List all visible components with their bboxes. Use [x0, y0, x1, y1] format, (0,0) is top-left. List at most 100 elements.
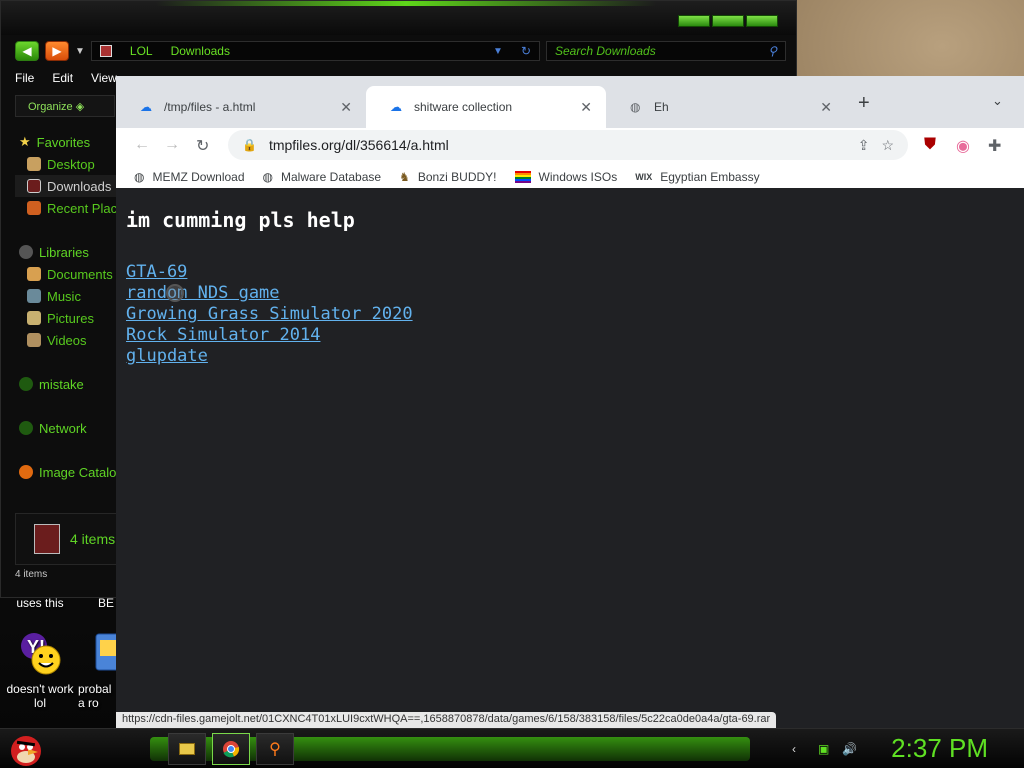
explorer-menubar: File Edit View — [15, 71, 117, 85]
downloads-large-icon — [34, 524, 60, 554]
taskbar-clock[interactable]: 2:37 PM — [891, 733, 988, 764]
nav-music[interactable]: Music — [15, 285, 120, 307]
reload-icon[interactable]: ↻ — [196, 136, 209, 156]
link-gta-69[interactable]: GTA-69 — [126, 262, 187, 282]
link-growing-grass-simulator[interactable]: Growing Grass Simulator 2020 — [126, 304, 413, 324]
green-orb-icon — [19, 377, 33, 391]
nav-image-catalog[interactable]: Image Catalog — [15, 461, 120, 483]
refresh-icon[interactable]: ↻ — [521, 44, 539, 58]
pictures-icon — [27, 311, 41, 325]
nav-label: Libraries — [39, 244, 89, 260]
desktop-icon-probably[interactable]: probal a ro — [78, 630, 123, 710]
nav-label: Recent Places — [47, 200, 120, 216]
tab-search-chevron-icon[interactable]: ⌄ — [992, 93, 1003, 109]
nav-downloads[interactable]: Downloads — [15, 175, 120, 197]
nav-documents[interactable]: Documents — [15, 263, 120, 285]
back-arrow-icon[interactable]: ← — [134, 136, 150, 154]
forward-button[interactable]: ▶ — [45, 41, 69, 61]
tab-title: /tmp/files - a.html — [164, 100, 256, 114]
downloads-folder-icon — [27, 179, 41, 193]
bookmark-egyptian-embassy[interactable]: WIX Egyptian Embassy — [635, 170, 759, 184]
close-tab-icon[interactable]: ✕ — [820, 99, 832, 116]
nav-label: mistake — [39, 376, 84, 392]
nav-recent-places[interactable]: Recent Places — [15, 197, 120, 219]
menu-view[interactable]: View — [91, 71, 117, 85]
organize-button[interactable]: Organize ◈ — [15, 95, 115, 117]
explorer-titlebar[interactable] — [1, 1, 796, 35]
link-status-bubble: https://cdn-files.gamejolt.net/01CXNC4T0… — [116, 712, 777, 728]
nav-label: Documents — [47, 266, 113, 282]
taskbar-chrome-button[interactable] — [212, 733, 250, 765]
chrome-icon — [223, 741, 240, 758]
volume-icon[interactable]: 🔊 — [842, 742, 857, 756]
desktop-icon-yahoo-messenger[interactable]: Y! doesn't work lol — [0, 630, 80, 710]
desktop-icon-be[interactable]: BE — [80, 596, 120, 610]
network-tray-icon[interactable]: ▣ — [818, 742, 829, 756]
link-glupdate[interactable]: glupdate — [126, 346, 208, 366]
globe-icon: ◍ — [630, 100, 641, 114]
share-icon[interactable]: ⇪ — [858, 137, 870, 154]
flag-extension-icon[interactable]: ◉ — [956, 136, 970, 156]
videos-icon — [27, 333, 41, 347]
nav-pictures[interactable]: Pictures — [15, 307, 120, 329]
close-button[interactable] — [746, 15, 778, 27]
recent-pages-dropdown-icon[interactable]: ▼ — [75, 46, 85, 57]
ublock-origin-icon[interactable]: ⛊ — [924, 136, 936, 154]
desktop-folder-icon — [27, 157, 41, 171]
new-tab-button[interactable]: + — [858, 92, 870, 115]
taskbar-search-button[interactable]: ⚲ — [256, 733, 294, 765]
nav-label: Favorites — [36, 134, 91, 150]
nav-favorites[interactable]: ★ Favorites — [15, 131, 120, 153]
extensions-puzzle-icon[interactable]: ✚ — [988, 136, 1001, 156]
page-content: im cumming pls help GTA-69 random NDS ga… — [116, 188, 1024, 728]
address-dropdown-icon[interactable]: ▼ — [493, 46, 503, 57]
bookmark-label: Windows ISOs — [538, 169, 618, 184]
forward-arrow-icon[interactable]: → — [164, 136, 180, 154]
explorer-search-input[interactable]: Search Downloads ⚲ — [546, 41, 786, 61]
tab-shitware-collection[interactable]: ☁ shitware collection ✕ — [366, 86, 606, 128]
link-rock-simulator[interactable]: Rock Simulator 2014 — [126, 325, 320, 345]
maximize-button[interactable] — [712, 15, 744, 27]
close-tab-icon[interactable]: ✕ — [580, 99, 592, 116]
nav-label: Desktop — [47, 156, 95, 172]
start-button[interactable] — [6, 729, 46, 768]
address-crumb-downloads[interactable]: Downloads — [171, 44, 230, 58]
bookmark-memz-download[interactable]: ◍ MEMZ Download — [134, 170, 245, 184]
address-crumb-lol[interactable]: LOL — [130, 44, 153, 58]
desktop-icon-uses-this[interactable]: uses this — [0, 596, 80, 610]
back-button[interactable]: ◀ — [15, 41, 39, 61]
menu-edit[interactable]: Edit — [52, 71, 73, 85]
menu-file[interactable]: File — [15, 71, 34, 85]
chrome-window[interactable]: ☁ /tmp/files - a.html ✕ ☁ shitware colle… — [116, 76, 1024, 728]
list-item: random NDS game — [126, 283, 1014, 304]
nav-label: Music — [47, 288, 81, 304]
close-tab-icon[interactable]: ✕ — [340, 99, 352, 116]
search-icon[interactable]: ⚲ — [768, 44, 777, 58]
bookmark-malware-database[interactable]: ◍ Malware Database — [263, 170, 382, 184]
list-item: GTA-69 — [126, 262, 1014, 283]
bookmark-star-icon[interactable]: ☆ — [881, 137, 908, 154]
tab-eh[interactable]: ◍ Eh ✕ — [606, 86, 846, 128]
url-text[interactable]: tmpfiles.org/dl/356614/a.html — [269, 137, 449, 153]
nav-desktop[interactable]: Desktop — [15, 153, 120, 175]
nav-mistake[interactable]: mistake — [15, 373, 120, 395]
link-random-nds-game[interactable]: random NDS game — [126, 283, 280, 303]
bookmark-bonzi-buddy[interactable]: ♞ Bonzi BUDDY! — [399, 170, 496, 184]
tab-title: shitware collection — [414, 100, 513, 114]
nav-network[interactable]: Network — [15, 417, 120, 439]
magnifier-icon: ⚲ — [269, 741, 281, 758]
link-list: GTA-69 random NDS game Growing Grass Sim… — [126, 262, 1014, 367]
taskbar-explorer-button[interactable] — [168, 733, 206, 765]
desktop-icon-label: doesn't work lol — [6, 682, 74, 710]
tray-arrow-icon[interactable]: ‹ — [792, 742, 796, 756]
nav-videos[interactable]: Videos — [15, 329, 120, 351]
bookmark-windows-isos[interactable]: Windows ISOs — [514, 169, 618, 184]
nav-libraries[interactable]: Libraries — [15, 241, 120, 263]
taskbar: ⚲ ‹ ▣ 🔊 2:37 PM — [0, 728, 1024, 768]
mouse-cursor-icon — [166, 284, 184, 302]
minimize-button[interactable] — [678, 15, 710, 27]
address-bar[interactable]: 🔒 tmpfiles.org/dl/356614/a.html ⇪ ☆ — [228, 130, 908, 160]
documents-icon — [27, 267, 41, 281]
tab-tmp-files[interactable]: ☁ /tmp/files - a.html ✕ — [116, 86, 366, 128]
explorer-address-bar[interactable]: LOL Downloads ▼ ↻ — [90, 41, 540, 61]
